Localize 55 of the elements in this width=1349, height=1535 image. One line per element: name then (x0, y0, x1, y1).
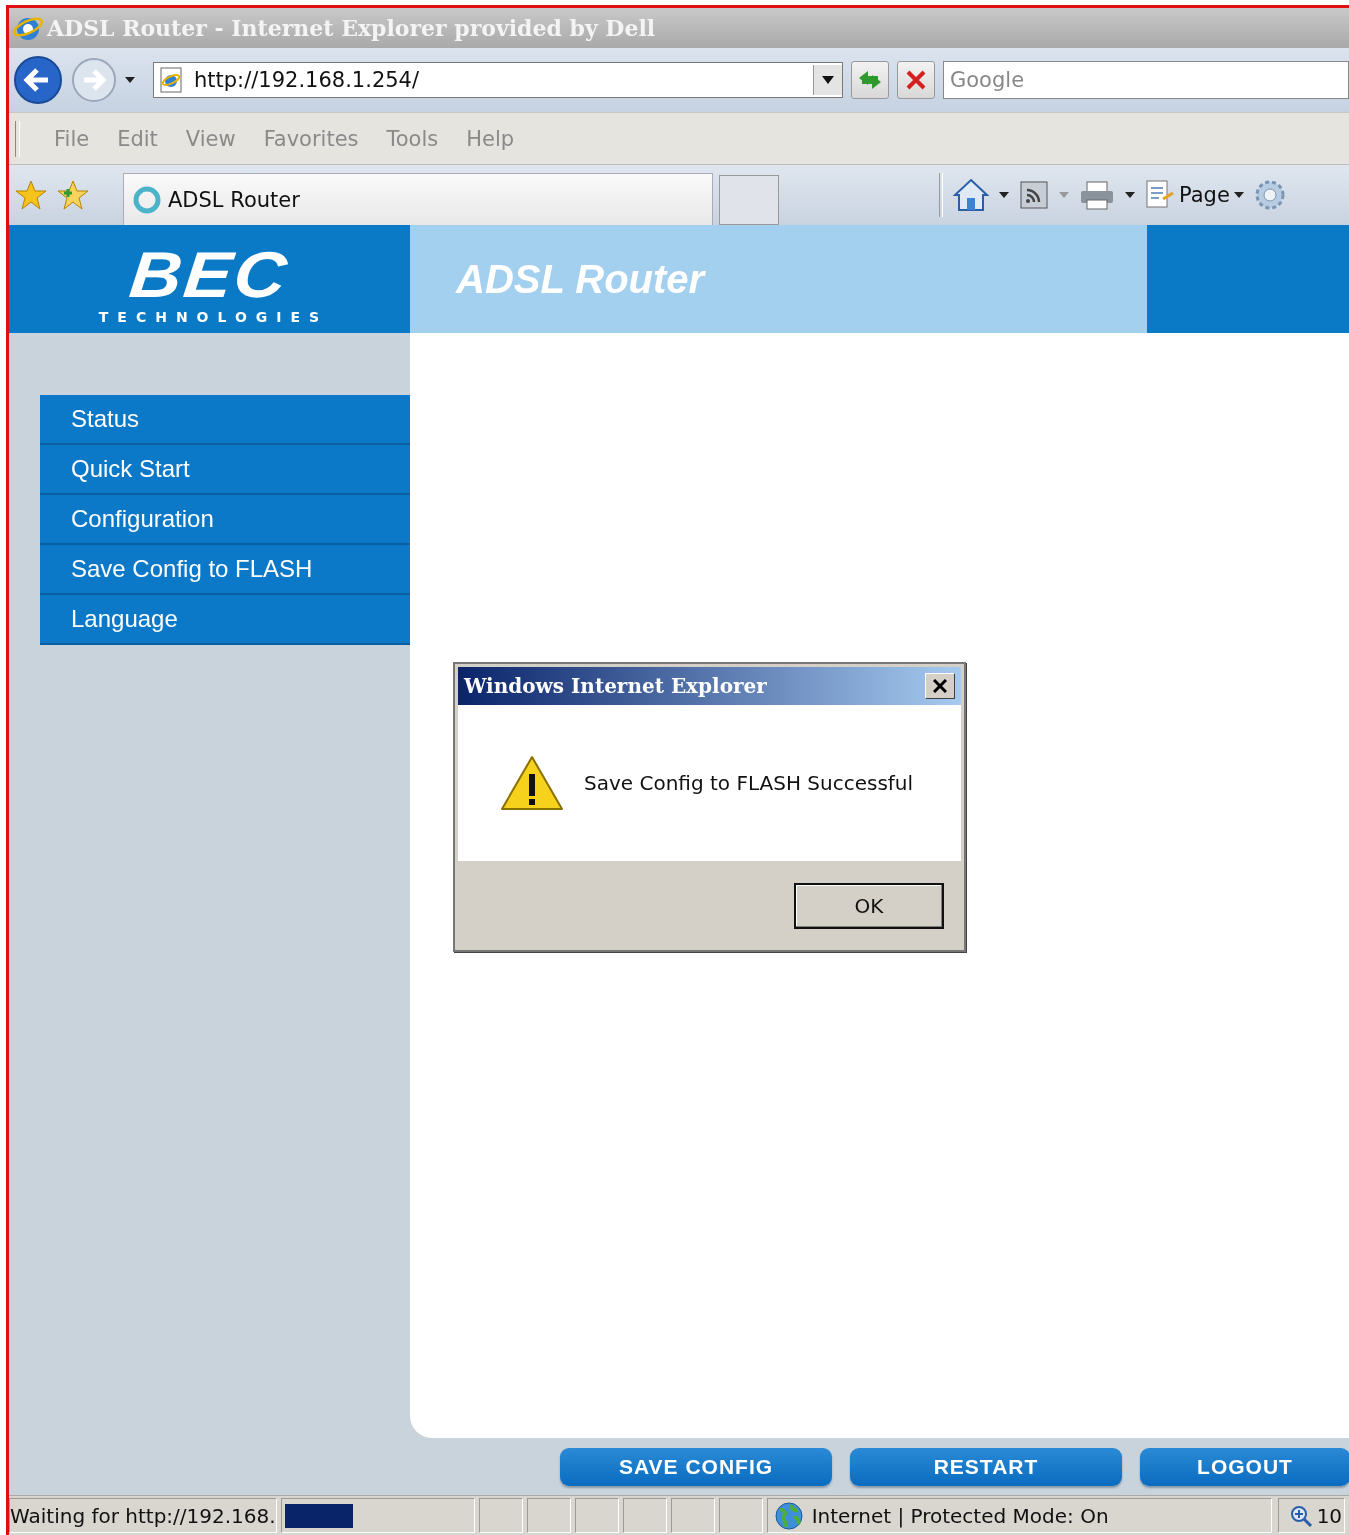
page-icon (158, 67, 184, 93)
menu-item[interactable]: File (40, 126, 104, 151)
page-menu-button[interactable]: Page (1145, 179, 1244, 211)
loading-ring-icon (132, 184, 162, 215)
feed-icon[interactable] (1019, 180, 1049, 210)
address-field[interactable]: http://192.168.1.254/ (153, 62, 843, 98)
close-button[interactable] (925, 673, 955, 699)
logo: BEC TECHNOLOGIES (9, 225, 410, 333)
status-panel (670, 1498, 715, 1533)
window-title: ADSL Router - Internet Explorer provided by Dell (47, 15, 656, 41)
status-text: Waiting for http://192.168. (9, 1498, 277, 1533)
refresh-button[interactable] (851, 61, 889, 99)
nav-menu-item[interactable]: Configuration (40, 495, 410, 545)
ok-button[interactable]: OK (794, 882, 944, 929)
zoom-button[interactable]: 10 (1277, 1498, 1345, 1533)
menu-item[interactable]: View (171, 126, 250, 151)
zoom-icon (1288, 1503, 1313, 1528)
nav-menu-item[interactable]: Save Config to FLASH (40, 545, 410, 595)
dropdown-caret-icon[interactable] (999, 192, 1009, 198)
gear-icon[interactable] (1253, 179, 1286, 211)
globe-icon (773, 1500, 804, 1531)
status-panel (574, 1498, 619, 1533)
close-icon (905, 69, 927, 91)
menu-item[interactable]: Favorites (249, 126, 373, 151)
action-button[interactable]: LOGOUT (1140, 1447, 1349, 1486)
dropdown-caret-icon[interactable] (822, 76, 834, 84)
star-icon[interactable] (15, 179, 47, 211)
stop-button[interactable] (897, 61, 935, 99)
home-icon[interactable] (953, 178, 989, 212)
nav-menu-item[interactable]: Status (40, 395, 410, 445)
search-field[interactable]: Google (943, 61, 1349, 99)
menu-item[interactable]: Help (452, 126, 529, 151)
action-button[interactable]: RESTART (850, 1447, 1122, 1486)
status-panel (526, 1498, 571, 1533)
add-star-icon[interactable] (57, 179, 91, 211)
dropdown-caret-icon[interactable] (125, 77, 135, 83)
dialog-title: Windows Internet Explorer (464, 674, 767, 698)
printer-icon[interactable] (1079, 180, 1115, 210)
page-title: ADSL Router (456, 256, 705, 302)
status-panel (718, 1498, 763, 1533)
security-zone-text: Internet | Protected Mode: On (811, 1503, 1109, 1528)
nav-menu-item[interactable]: Quick Start (40, 445, 410, 495)
action-button[interactable]: SAVE CONFIG (560, 1447, 832, 1486)
dropdown-caret-icon (1233, 192, 1244, 198)
menu-item[interactable]: Tools (372, 126, 453, 151)
status-panel (622, 1498, 667, 1533)
browser-tab[interactable]: ADSL Router (123, 173, 713, 225)
menu-item[interactable]: Edit (103, 126, 172, 151)
dropdown-caret-icon[interactable] (1125, 192, 1135, 198)
nav-menu-item[interactable]: Language (40, 595, 410, 645)
warning-icon (500, 754, 564, 812)
page-icon (1145, 179, 1175, 211)
close-icon (933, 679, 947, 693)
status-panel (478, 1498, 523, 1533)
dialog-message: Save Config to FLASH Successful (584, 771, 914, 795)
